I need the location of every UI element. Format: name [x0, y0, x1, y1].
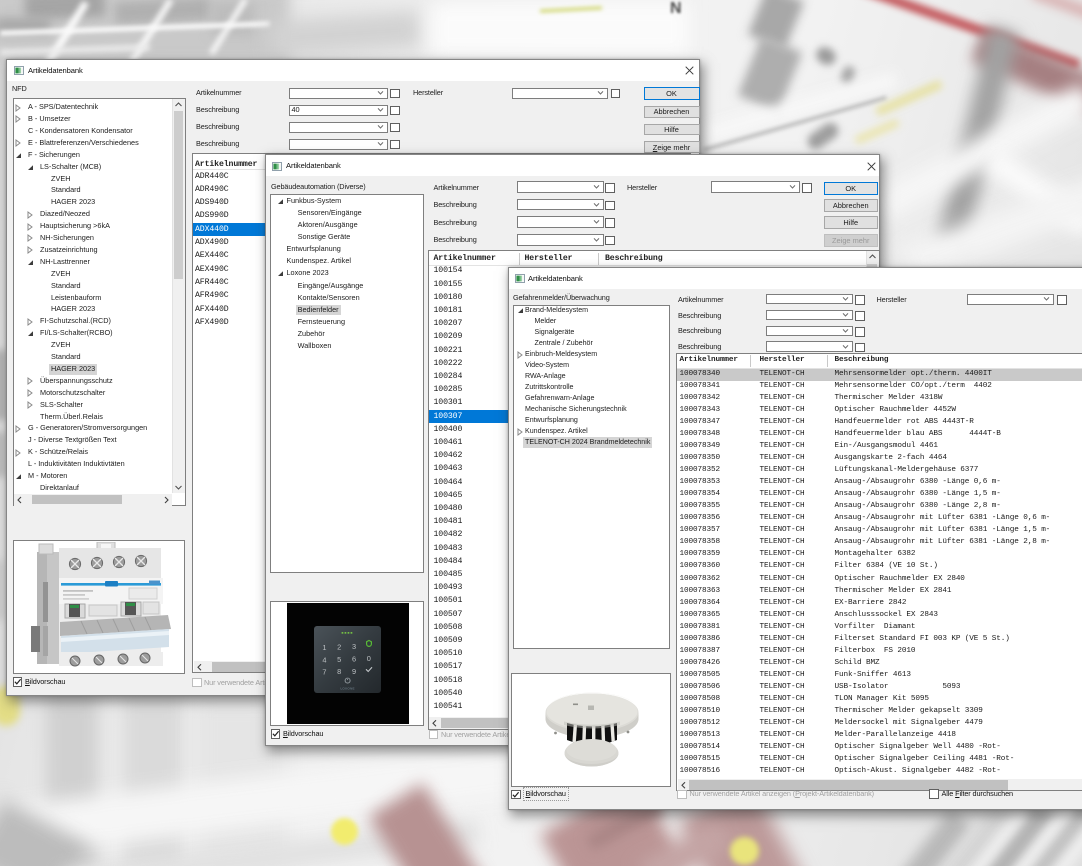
svg-text:3: 3: [352, 642, 356, 651]
svg-text:7: 7: [322, 668, 326, 677]
svg-text:4: 4: [322, 655, 326, 664]
svg-text:6: 6: [352, 655, 356, 664]
svg-text:5: 5: [337, 655, 341, 664]
svg-text:LOXONE: LOXONE: [340, 686, 354, 690]
svg-text:2: 2: [337, 643, 341, 652]
svg-text:1: 1: [322, 643, 326, 652]
svg-text:0: 0: [367, 654, 371, 663]
svg-text:8: 8: [337, 667, 341, 676]
svg-text:9: 9: [352, 667, 356, 676]
